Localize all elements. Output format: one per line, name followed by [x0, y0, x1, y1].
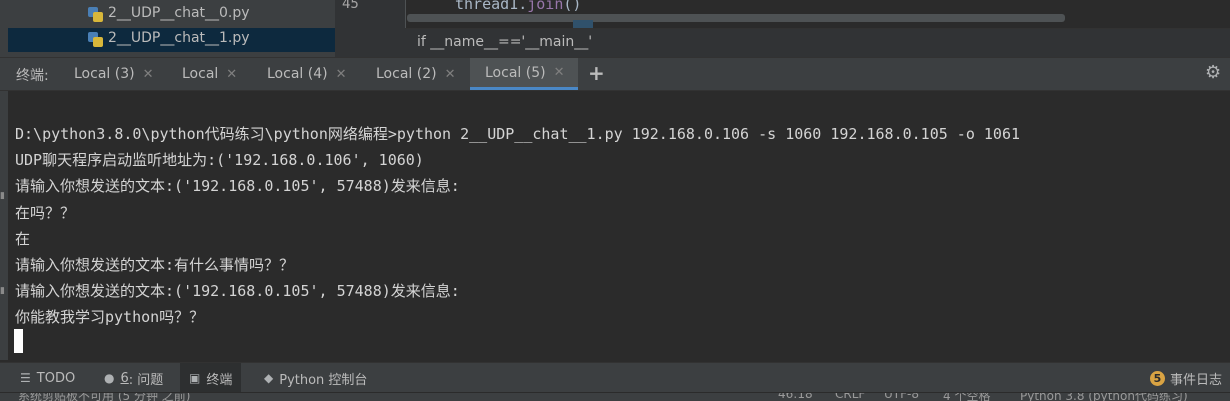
- tab-label: Local (5): [485, 64, 546, 81]
- terminal-icon: ▣: [189, 371, 201, 385]
- python-console-label: Python 控制台: [279, 372, 368, 388]
- terminal-line: 请输入你想发送的文本:('192.168.0.105', 57488)发来信息:: [15, 282, 460, 300]
- gutter-separator: [405, 0, 406, 28]
- close-icon[interactable]: ✕: [336, 67, 347, 82]
- problems-label: : 问题: [128, 372, 164, 388]
- problems-button[interactable]: ● 6: 问题: [104, 363, 163, 393]
- event-log-label: 事件日志: [1170, 372, 1223, 388]
- terminal-tab-bar: 终端: Local (3) ✕ Local ✕ Local (4) ✕ Loca…: [0, 57, 1230, 91]
- problems-number: 6: [120, 370, 129, 386]
- tab-local[interactable]: Local ✕: [174, 58, 245, 90]
- code-line[interactable]: thread1.join(): [455, 0, 581, 13]
- warning-icon: ●: [104, 371, 115, 385]
- code-object: thread1: [455, 0, 519, 13]
- close-icon[interactable]: ✕: [445, 67, 456, 82]
- close-icon[interactable]: ✕: [226, 67, 237, 82]
- terminal-line: UDP聊天程序启动监听地址为:('192.168.0.106', 1060): [15, 151, 424, 169]
- terminal-cursor: [14, 329, 23, 353]
- python-console-button[interactable]: ◆ Python 控制台: [264, 363, 367, 393]
- tab-label: Local (2): [376, 66, 437, 82]
- tab-local-2[interactable]: Local (2) ✕: [368, 58, 463, 90]
- tab-local-5[interactable]: Local (5) ✕: [470, 58, 578, 90]
- line-number: 45: [342, 0, 359, 12]
- todo-button[interactable]: ☰ TODO: [20, 363, 75, 393]
- breadcrumb-item[interactable]: if __name__=='__main__': [417, 34, 592, 50]
- bottom-tool-bar: ☰ TODO ● 6: 问题 ▣ 终端 ◆ Python 控制台 5 事件日志: [0, 362, 1230, 393]
- terminal-line: 你能教我学习python吗？？: [15, 308, 205, 326]
- breadcrumb[interactable]: if __name__=='__main__': [405, 28, 1230, 58]
- tree-item-udp-chat-0[interactable]: 2__UDP__chat__0.py: [8, 3, 335, 27]
- terminal-button[interactable]: ▣ 终端: [180, 363, 242, 393]
- python-file-icon: [88, 7, 104, 23]
- python-file-icon: [88, 32, 104, 48]
- terminal-tool-label: 终端:: [16, 68, 49, 84]
- left-tool-strip-lower: ▮ ▮: [0, 91, 8, 360]
- side-tab-icon[interactable]: ▮: [0, 286, 5, 296]
- tab-local-4[interactable]: Local (4) ✕: [259, 58, 354, 90]
- side-tab-icon[interactable]: ▮: [0, 191, 5, 201]
- editor-area: 2__UDP__chat__0.py 2__UDP__chat__1.py 45…: [0, 0, 1230, 58]
- tree-item-label: 2__UDP__chat__0.py: [108, 5, 250, 21]
- tab-local-3[interactable]: Local (3) ✕: [66, 58, 161, 90]
- todo-label: TODO: [36, 370, 76, 386]
- left-tool-strip: [0, 0, 8, 57]
- terminal-output[interactable]: D:\python3.8.0\python代码练习\python网络编程>pyt…: [8, 91, 1230, 360]
- list-icon: ☰: [20, 371, 31, 385]
- code-suffix: (): [563, 0, 582, 13]
- terminal-button-label: 终端: [206, 372, 233, 388]
- code-method: join: [527, 0, 564, 13]
- terminal-line: 在: [15, 230, 31, 248]
- terminal-line: 在吗？？: [15, 204, 76, 222]
- gear-icon[interactable]: ⚙: [1205, 62, 1221, 83]
- python-icon: ◆: [264, 371, 274, 385]
- tab-label: Local: [182, 66, 219, 82]
- event-count-badge: 5: [1150, 370, 1165, 386]
- tab-label: Local (4): [267, 66, 328, 82]
- add-tab-icon[interactable]: +: [588, 61, 605, 85]
- terminal-line: D:\python3.8.0\python代码练习\python网络编程>pyt…: [15, 125, 1021, 143]
- tree-item-udp-chat-1[interactable]: 2__UDP__chat__1.py: [8, 28, 335, 52]
- project-tree: 2__UDP__chat__0.py 2__UDP__chat__1.py: [8, 0, 335, 57]
- terminal-line: 请输入你想发送的文本:('192.168.0.105', 57488)发来信息:: [15, 177, 460, 195]
- tree-item-label: 2__UDP__chat__1.py: [108, 30, 250, 46]
- close-icon[interactable]: ✕: [143, 67, 154, 82]
- horizontal-scrollbar[interactable]: [407, 14, 1065, 22]
- tab-label: Local (3): [74, 66, 135, 82]
- event-log-button[interactable]: 5 事件日志: [1150, 363, 1222, 393]
- close-icon[interactable]: ✕: [554, 65, 565, 80]
- scroll-marker: [573, 20, 593, 28]
- terminal-line: 请输入你想发送的文本:有什么事情吗？？: [15, 256, 295, 274]
